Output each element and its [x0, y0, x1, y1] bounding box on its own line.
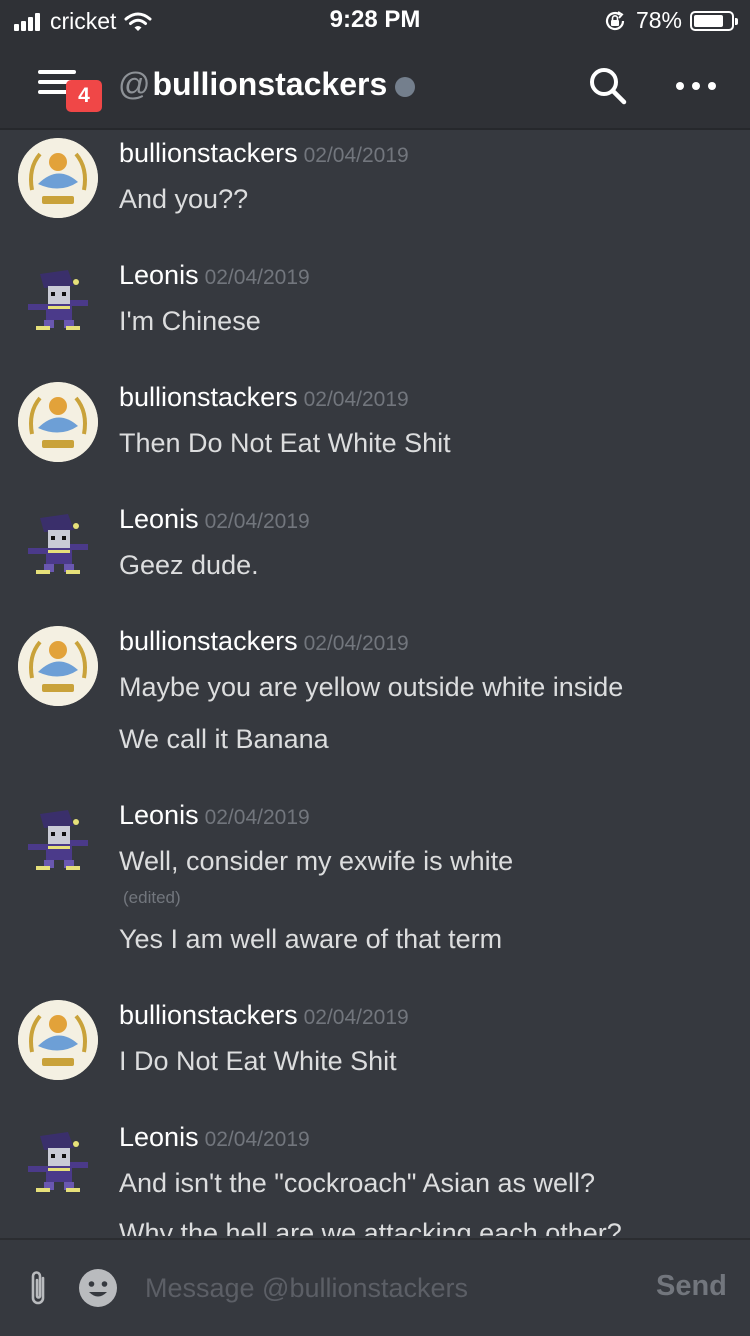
message-author[interactable]: Leonis 02/04/2019 [119, 260, 310, 291]
message-timestamp: 02/04/2019 [303, 144, 409, 167]
notification-badge: 4 [66, 80, 102, 112]
message-text: Why the hell are we attacking each other… [119, 1218, 622, 1236]
paperclip-icon[interactable] [26, 1268, 52, 1308]
battery-icon [690, 10, 738, 31]
avatar-leonis[interactable] [18, 1122, 98, 1202]
edited-label: (edited) [123, 888, 181, 907]
avatar-leonis[interactable] [18, 260, 98, 340]
avatar-bullionstackers[interactable] [18, 382, 98, 462]
message-author[interactable]: bullionstackers 02/04/2019 [119, 138, 409, 169]
message-text: I'm Chinese [119, 306, 261, 336]
emoji-icon[interactable] [78, 1268, 118, 1308]
message-timestamp: 02/04/2019 [204, 806, 310, 829]
avatar-leonis[interactable] [18, 800, 98, 880]
message-author[interactable]: Leonis 02/04/2019 [119, 800, 310, 831]
message-timestamp: 02/04/2019 [204, 266, 310, 289]
more-options-icon[interactable] [676, 76, 716, 96]
message-list[interactable]: bullionstackers 02/04/2019 And you?? Leon… [0, 130, 750, 1236]
battery-percent: 78% [635, 7, 682, 33]
message-input[interactable] [145, 1268, 625, 1308]
message-timestamp: 02/04/2019 [303, 632, 409, 655]
avatar-bullionstackers[interactable] [18, 1000, 98, 1080]
message-text: Well, consider my exwife is white [119, 846, 514, 876]
message-author[interactable]: Leonis 02/04/2019 [119, 1122, 310, 1153]
rotation-lock-icon [605, 10, 625, 30]
status-bar: cricket 9:28 PM 78% [0, 0, 750, 42]
search-icon[interactable] [588, 66, 628, 106]
message-timestamp: 02/04/2019 [303, 1006, 409, 1029]
presence-dot-icon [395, 76, 416, 97]
channel-title[interactable]: @ bullionstackers [118, 66, 416, 103]
message-text: Yes I am well aware of that term [119, 924, 503, 954]
message-author[interactable]: bullionstackers 02/04/2019 [119, 382, 409, 413]
message-text: And you?? [119, 184, 249, 214]
message-text: Maybe you are yellow outside white insid… [119, 672, 624, 702]
message-composer: Send [0, 1238, 750, 1336]
message-timestamp: 02/04/2019 [303, 388, 409, 411]
message-text: Geez dude. [119, 550, 259, 580]
message-text: Then Do Not Eat White Shit [119, 428, 451, 458]
avatar-bullionstackers[interactable] [18, 626, 98, 706]
avatar-leonis[interactable] [18, 504, 98, 584]
message-timestamp: 02/04/2019 [204, 510, 310, 533]
channel-name: bullionstackers [152, 66, 388, 102]
status-right: 78% [604, 7, 738, 34]
channel-header: 4 @ bullionstackers [0, 42, 750, 128]
message-text: I Do Not Eat White Shit [119, 1046, 397, 1076]
message-text: And isn't the "cockroach" Asian as well? [119, 1168, 596, 1198]
avatar-bullionstackers[interactable] [18, 138, 98, 218]
message-author[interactable]: bullionstackers 02/04/2019 [119, 626, 409, 657]
message-author[interactable]: bullionstackers 02/04/2019 [119, 1000, 409, 1031]
send-button[interactable]: Send [656, 1270, 727, 1303]
message-text: We call it Banana [119, 724, 329, 754]
message-author[interactable]: Leonis 02/04/2019 [119, 504, 310, 535]
message-timestamp: 02/04/2019 [204, 1128, 310, 1151]
at-symbol: @ [118, 66, 151, 102]
